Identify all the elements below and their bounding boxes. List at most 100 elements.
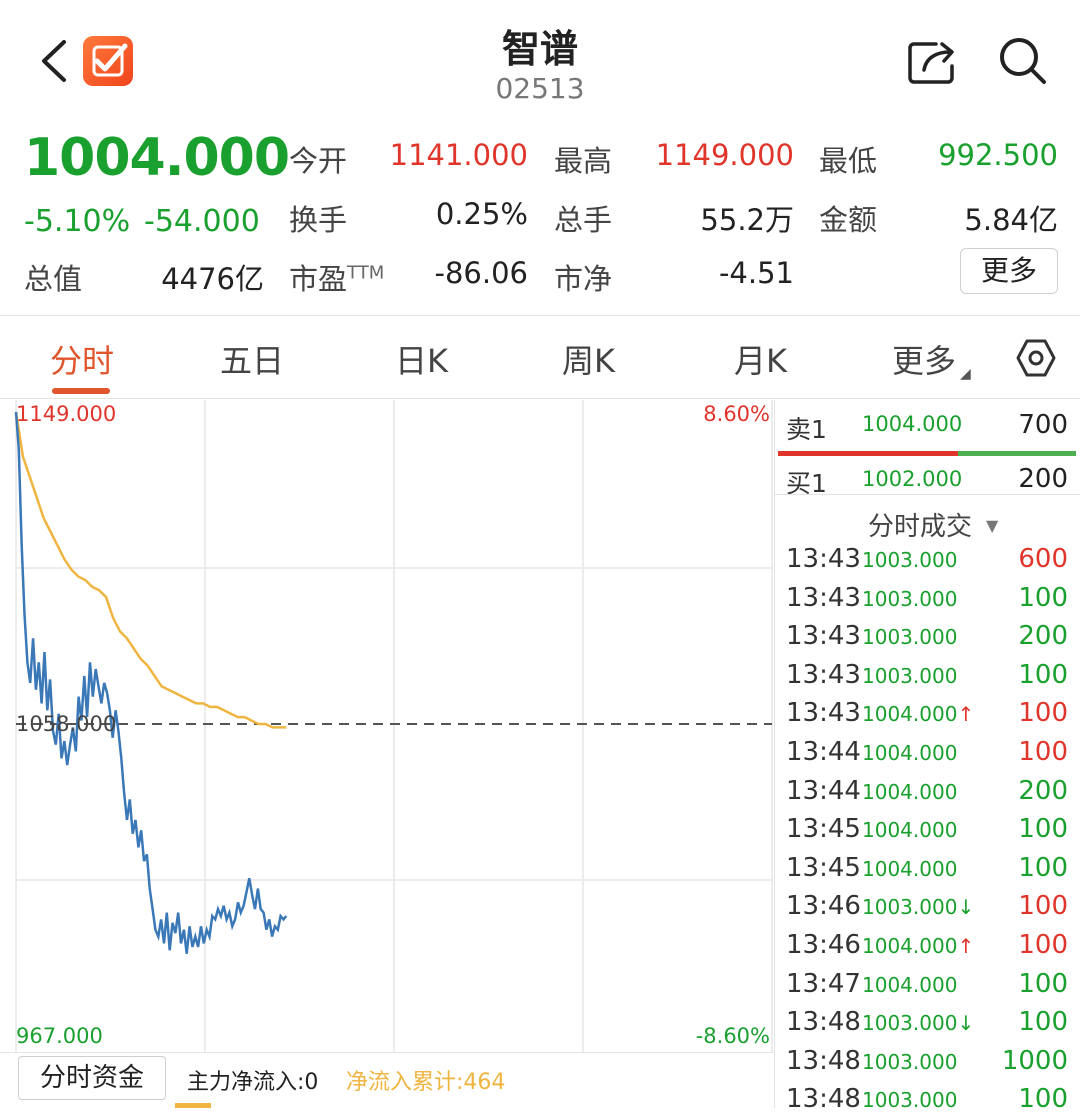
search-icon[interactable] — [996, 34, 1048, 86]
trade-price-value: 1003.000 — [862, 625, 958, 650]
chart-bottom-divider — [0, 1052, 775, 1053]
trade-volume: 100 — [1018, 814, 1068, 845]
chevron-down-icon: ▼ — [986, 516, 999, 535]
ask1-price: 1004.000 — [862, 412, 963, 436]
trades-title-label: 分时成交 — [868, 512, 973, 542]
trade-price-value: 1004.000 — [862, 972, 958, 997]
low-value: 992.500 — [938, 138, 1058, 172]
main-inflow: 主力净流入:0 — [187, 1070, 319, 1095]
chart-grid — [15, 400, 773, 1052]
open-label: 今开 — [289, 144, 348, 178]
volume-label: 总手 — [554, 203, 613, 237]
trade-price-value: 1004.000 — [862, 702, 958, 727]
amount-label: 金额 — [819, 203, 878, 237]
fund-flow-button[interactable]: 分时资金 — [18, 1056, 166, 1100]
trade-price-value: 1004.000 — [862, 818, 958, 843]
trade-price-value: 1004.000 — [862, 934, 958, 958]
flow-bar — [175, 1103, 211, 1108]
trade-price-value: 1003.000 — [862, 663, 958, 688]
trade-volume: 100 — [1018, 930, 1068, 960]
trade-time: 13:43 — [786, 544, 861, 574]
more-stats-button[interactable]: 更多 — [960, 248, 1058, 294]
high-value: 1149.000 — [655, 138, 794, 172]
avg-price-line — [14, 411, 287, 729]
trade-direction-icon: ↓ — [957, 895, 975, 920]
share-icon[interactable] — [906, 38, 960, 86]
tab-monthly-k[interactable]: 月K — [734, 336, 787, 382]
trade-direction-icon: ↓ — [957, 1011, 975, 1036]
y-axis-prev-close: 1058.000 — [16, 712, 116, 736]
trade-price-value: 1003.000 — [862, 548, 958, 572]
y-axis-up-pct: 8.60% — [703, 402, 770, 426]
trades-title[interactable]: 分时成交 ▼ — [868, 506, 998, 543]
market-cap-label: 总值 — [24, 262, 83, 296]
price-line — [14, 411, 288, 954]
trade-price: 1003.000 — [862, 625, 957, 649]
y-axis-high: 1149.000 — [16, 402, 116, 426]
trade-price-value: 1004.000 — [862, 779, 958, 804]
pb-label: 市净 — [554, 262, 613, 296]
trade-time: 13:44 — [786, 775, 861, 806]
tab-intraday[interactable]: 分时 — [50, 336, 114, 382]
trade-time: 13:48 — [786, 1084, 861, 1114]
tab-daily-k[interactable]: 日K — [395, 336, 448, 382]
trade-volume: 100 — [1018, 891, 1068, 922]
trade-volume: 100 — [1018, 698, 1068, 729]
trade-price: 1003.000 — [862, 548, 957, 572]
high-label: 最高 — [554, 144, 613, 178]
trade-price: 1004.000 — [862, 780, 957, 804]
divider — [0, 315, 1080, 316]
trade-volume: 100 — [1018, 968, 1068, 999]
market-cap-value: 4476亿 — [161, 262, 264, 296]
trade-time: 13:48 — [786, 1007, 861, 1038]
trade-price: 1003.000↓ — [862, 895, 974, 919]
bid1-price: 1002.000 — [862, 467, 963, 491]
divider — [0, 398, 1080, 399]
trade-time: 13:45 — [786, 852, 861, 883]
trade-price: 1003.000 — [862, 1088, 957, 1112]
trade-price: 1003.000↓ — [862, 1011, 974, 1035]
intraday-chart[interactable]: 1149.000 1058.000 967.000 8.60% -8.60% — [0, 400, 775, 1108]
trade-time: 13:47 — [786, 968, 861, 999]
ask1-label: 卖1 — [786, 415, 827, 444]
y-axis-down-pct: -8.60% — [696, 1024, 770, 1048]
settings-icon[interactable] — [1016, 338, 1056, 378]
trade-volume: 1000 — [1001, 1045, 1068, 1076]
trade-volume: 100 — [1018, 737, 1068, 767]
trade-time: 13:43 — [786, 621, 861, 652]
cumulative-inflow: 净流入累计:464 — [346, 1070, 506, 1095]
trade-direction-icon: ↑ — [957, 702, 975, 727]
last-price: 1004.000 — [24, 128, 290, 188]
trade-time: 13:45 — [786, 814, 861, 845]
trade-price: 1003.000 — [862, 587, 957, 611]
trade-price: 1004.000 — [862, 818, 957, 842]
tab-more[interactable]: 更多 ◢ — [892, 336, 971, 382]
y-axis-low: 967.000 — [16, 1024, 103, 1048]
amount-value: 5.84亿 — [964, 203, 1058, 237]
active-tab-indicator — [52, 388, 110, 394]
trade-price-value: 1004.000 — [862, 856, 958, 881]
trade-time: 13:46 — [786, 930, 861, 960]
trade-price: 1003.000 — [862, 664, 957, 688]
trade-price: 1004.000↑ — [862, 702, 974, 726]
corner-triangle-icon: ◢ — [960, 366, 971, 382]
trade-price: 1004.000 — [862, 741, 957, 765]
trade-time: 13:43 — [786, 698, 861, 729]
tab-more-label: 更多 — [892, 342, 957, 380]
trade-price: 1004.000 — [862, 857, 957, 881]
trade-time: 13:48 — [786, 1045, 861, 1076]
ask-bar — [778, 451, 958, 456]
trade-time: 13:46 — [786, 891, 861, 922]
trade-price: 1004.000 — [862, 973, 957, 997]
trade-time: 13:44 — [786, 737, 861, 767]
trade-price-value: 1003.000 — [862, 1011, 958, 1036]
tab-five-day[interactable]: 五日 — [220, 336, 284, 382]
ask1-volume: 700 — [1018, 410, 1068, 440]
tab-weekly-k[interactable]: 周K — [562, 336, 615, 382]
trade-time: 13:43 — [786, 582, 861, 613]
low-label: 最低 — [819, 144, 878, 178]
trade-price-value: 1003.000 — [862, 586, 958, 611]
trade-volume: 200 — [1018, 775, 1068, 806]
trade-volume: 100 — [1018, 582, 1068, 613]
trade-price-value: 1003.000 — [862, 1049, 958, 1074]
